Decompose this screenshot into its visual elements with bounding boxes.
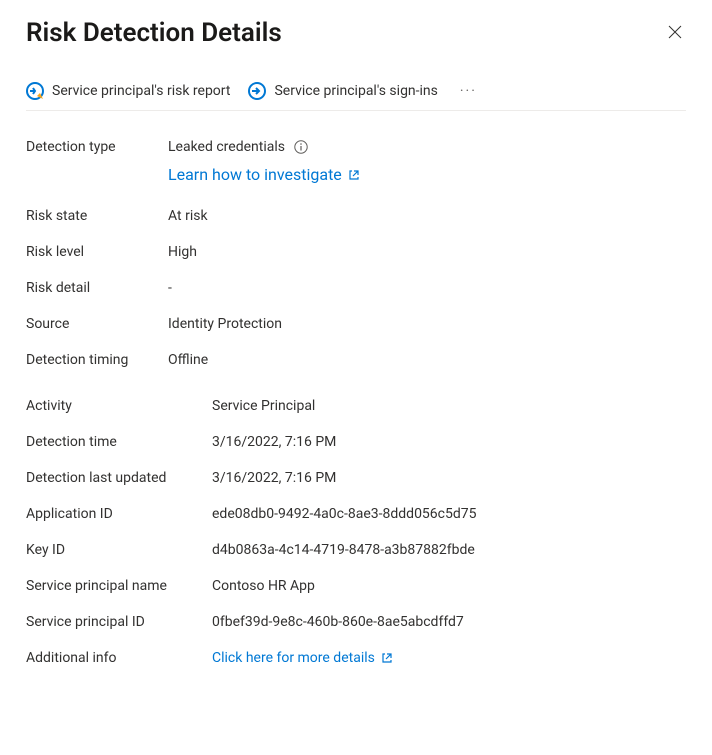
additional-info-label: Additional info bbox=[26, 650, 212, 666]
risk-detail-value: - bbox=[168, 280, 172, 296]
overflow-icon: ··· bbox=[460, 83, 477, 99]
detection-timing-value: Offline bbox=[168, 352, 208, 368]
application-id-label: Application ID bbox=[26, 506, 212, 522]
detection-updated-label: Detection last updated bbox=[26, 470, 212, 486]
additional-info-link[interactable]: Click here for more details bbox=[212, 650, 393, 666]
external-link-icon bbox=[348, 169, 360, 181]
activity-label: Activity bbox=[26, 398, 212, 414]
risk-detail-label: Risk detail bbox=[26, 280, 168, 296]
detection-timing-label: Detection timing bbox=[26, 352, 168, 368]
sp-id-value: 0fbef39d-9e8c-460b-860e-8ae5abcdffd7 bbox=[212, 614, 464, 630]
sp-name-value: Contoso HR App bbox=[212, 578, 315, 594]
detection-type-value: Leaked credentials bbox=[168, 139, 308, 155]
close-icon bbox=[668, 25, 682, 39]
source-label: Source bbox=[26, 316, 168, 332]
sp-name-label: Service principal name bbox=[26, 578, 212, 594]
detection-updated-value: 3/16/2022, 7:16 PM bbox=[212, 470, 336, 486]
detection-time-label: Detection time bbox=[26, 434, 212, 450]
signins-icon bbox=[248, 82, 266, 100]
overflow-menu[interactable]: ··· bbox=[456, 83, 481, 99]
risk-state-value: At risk bbox=[168, 208, 208, 224]
signins-label: Service principal's sign-ins bbox=[274, 83, 437, 99]
info-icon[interactable] bbox=[294, 140, 308, 154]
key-id-value: d4b0863a-4c14-4719-8478-a3b87882fbde bbox=[212, 542, 475, 558]
external-link-icon bbox=[381, 652, 393, 664]
sp-id-label: Service principal ID bbox=[26, 614, 212, 630]
risk-report-link[interactable]: Service principal's risk report bbox=[26, 82, 230, 100]
investigate-link[interactable]: Learn how to investigate bbox=[168, 165, 360, 184]
signins-link[interactable]: Service principal's sign-ins bbox=[248, 82, 437, 100]
source-value: Identity Protection bbox=[168, 316, 282, 332]
page-title: Risk Detection Details bbox=[26, 18, 282, 48]
risk-state-label: Risk state bbox=[26, 208, 168, 224]
risk-level-value: High bbox=[168, 244, 197, 260]
risk-report-icon bbox=[26, 82, 44, 100]
application-id-value: ede08db0-9492-4a0c-8ae3-8ddd056c5d75 bbox=[212, 506, 477, 522]
detection-time-value: 3/16/2022, 7:16 PM bbox=[212, 434, 336, 450]
risk-level-label: Risk level bbox=[26, 244, 168, 260]
risk-report-label: Service principal's risk report bbox=[52, 83, 230, 99]
close-button[interactable] bbox=[664, 19, 686, 48]
toolbar: Service principal's risk report Service … bbox=[26, 82, 686, 111]
detection-type-label: Detection type bbox=[26, 139, 168, 155]
key-id-label: Key ID bbox=[26, 542, 212, 558]
activity-value: Service Principal bbox=[212, 398, 315, 414]
